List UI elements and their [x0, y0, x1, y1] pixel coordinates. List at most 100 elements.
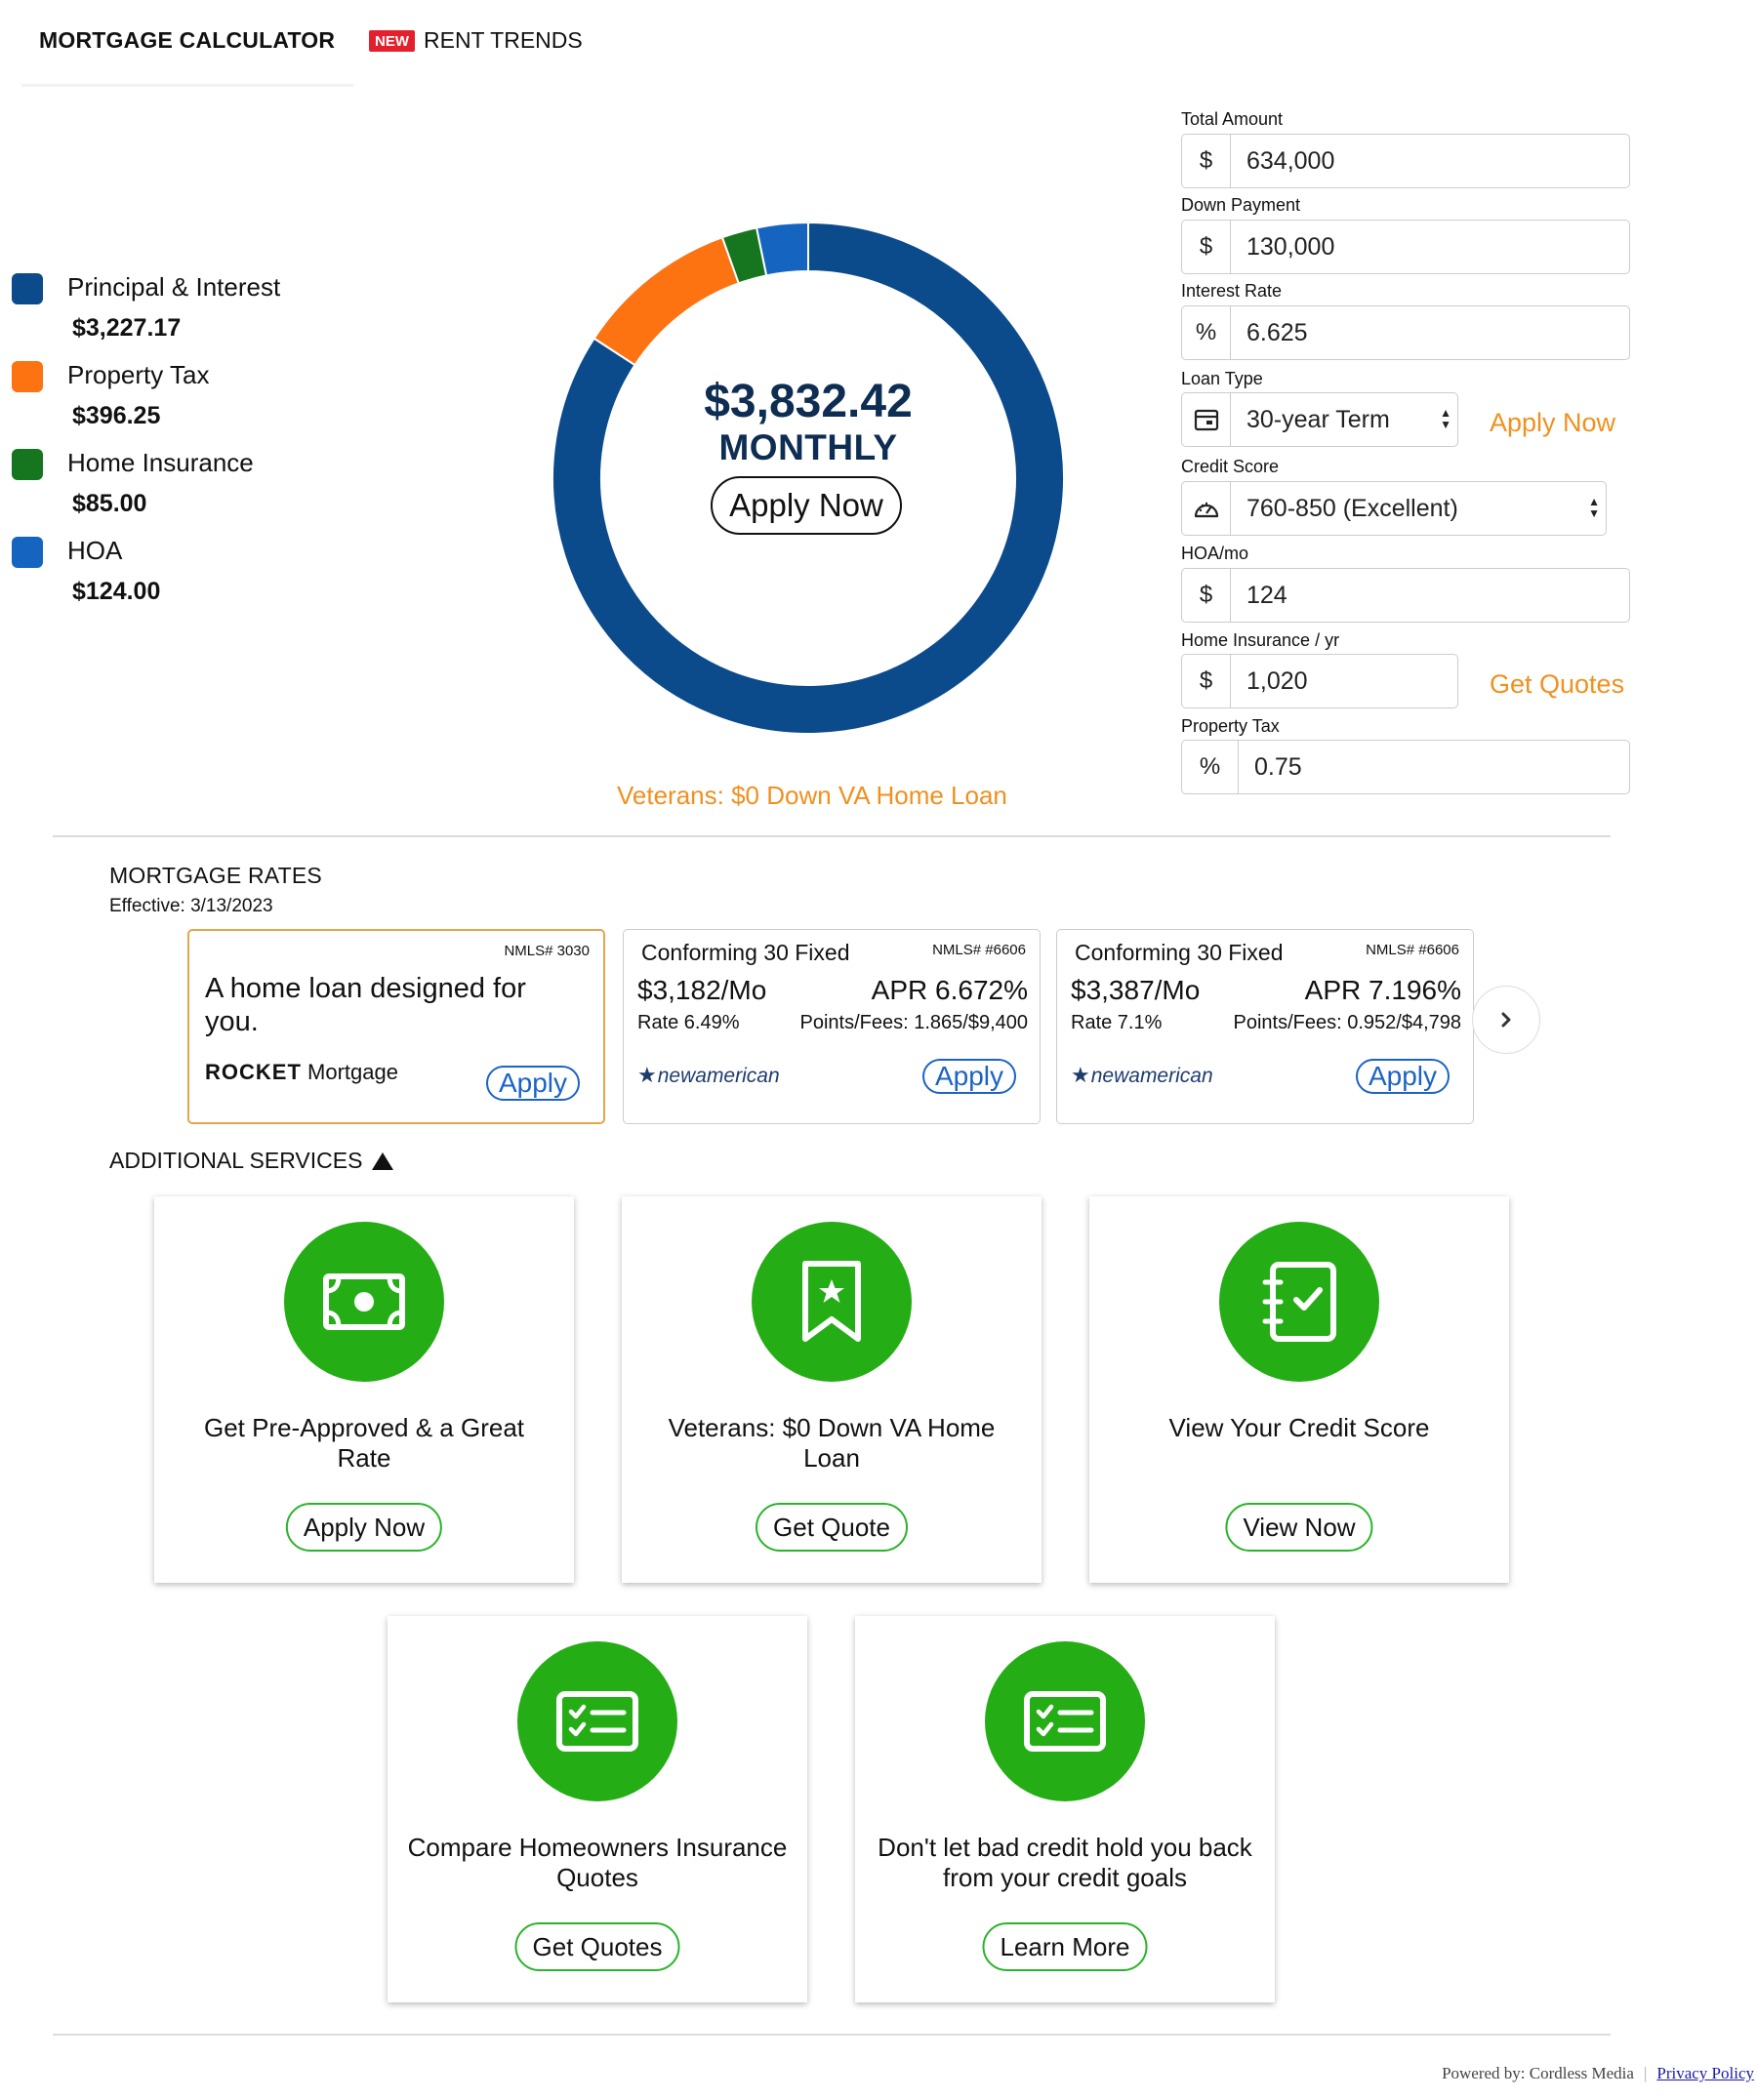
total-amount-label: Total Amount — [1181, 109, 1284, 129]
rate-apply-button[interactable]: Apply — [1356, 1059, 1450, 1094]
get-quote-button[interactable]: Get Quote — [756, 1503, 908, 1552]
section-divider — [53, 835, 1611, 837]
apr-value: APR 7.196% — [1304, 975, 1461, 1005]
money-icon — [284, 1222, 444, 1382]
home-insurance-field[interactable]: $ 1,020 — [1181, 654, 1458, 708]
powered-by-text: Powered by: Cordless Media — [1442, 2064, 1634, 2082]
rate-card-rocket[interactable]: NMLS# 3030 A home loan designed for you.… — [187, 929, 605, 1124]
rate-card-title: Conforming 30 Fixed — [1075, 940, 1284, 965]
loan-type-value: 30-year Term — [1246, 405, 1390, 433]
va-loan-link[interactable]: Veterans: $0 Down VA Home Loan — [617, 781, 1007, 811]
rates-next-button[interactable] — [1472, 986, 1540, 1054]
checklist-card-icon — [517, 1641, 677, 1801]
percent-prefix: % — [1182, 306, 1231, 359]
rate-card-newamerican-2[interactable]: Conforming 30 Fixed NMLS# #6606 $3,387/M… — [1056, 929, 1474, 1124]
service-card-text: Get Pre-Approved & a Great Rate — [203, 1413, 525, 1473]
service-card-text: Compare Homeowners Insurance Quotes — [407, 1833, 788, 1892]
donut-apply-now-button[interactable]: Apply Now — [711, 476, 902, 535]
loan-type-label: Loan Type — [1181, 369, 1263, 388]
bookmark-star-icon — [752, 1222, 912, 1382]
calculator-tabs: MORTGAGE CALCULATOR — [21, 18, 353, 88]
rate-apply-button[interactable]: Apply — [922, 1059, 1016, 1094]
monthly-payment-amount: $3,832.42 — [704, 376, 913, 427]
newamerican-logo: ★newamerican — [1071, 1063, 1213, 1087]
legend-swatch — [12, 537, 43, 568]
get-quotes-link[interactable]: Get Quotes — [1490, 669, 1624, 700]
down-payment-value: 130,000 — [1246, 232, 1335, 261]
rate-value: Rate 6.49% — [637, 1012, 740, 1033]
rate-value: Rate 7.1% — [1071, 1012, 1163, 1033]
rate-card-promo: A home loan designed for you. — [205, 973, 526, 1037]
nmls-number: NMLS# 3030 — [504, 943, 590, 959]
rocket-logo-rest: Mortgage — [307, 1060, 398, 1084]
property-tax-field[interactable]: % 0.75 — [1181, 740, 1630, 794]
checklist-card-icon — [985, 1641, 1145, 1801]
rate-apply-button[interactable]: Apply — [486, 1066, 580, 1101]
points-fees: Points/Fees: 0.952/$4,798 — [1233, 1012, 1462, 1033]
checklist-notebook-icon — [1219, 1222, 1379, 1382]
active-tab-underline — [21, 84, 353, 87]
monthly-price: $3,182/Mo — [637, 975, 767, 1005]
home-insurance-value: 1,020 — [1246, 666, 1308, 695]
mortgage-rates-title: MORTGAGE RATES — [109, 863, 322, 888]
legend-swatch — [12, 361, 43, 392]
credit-score-select[interactable]: 760-850 (Excellent) ▲ ▼ — [1181, 481, 1607, 536]
home-insurance-label: Home Insurance / yr — [1181, 630, 1340, 650]
percent-prefix: % — [1182, 741, 1239, 793]
interest-rate-field[interactable]: % 6.625 — [1181, 305, 1630, 360]
service-card-text: Don't let bad credit hold you back from … — [878, 1833, 1252, 1892]
hoa-field[interactable]: $ 124 — [1181, 568, 1630, 623]
total-amount-field[interactable]: $ 634,000 — [1181, 134, 1630, 188]
legend-label: HOA — [67, 536, 123, 565]
loan-type-select[interactable]: 30-year Term ▲ ▼ — [1181, 392, 1458, 447]
rate-card-title: Conforming 30 Fixed — [641, 940, 850, 965]
star-icon: ★ — [637, 1063, 657, 1087]
additional-services-toggle[interactable]: ADDITIONAL SERVICES — [109, 1148, 394, 1174]
hoa-label: HOA/mo — [1181, 544, 1249, 563]
legend-value: $85.00 — [72, 490, 147, 517]
tab-rent-trends-label: RENT TRENDS — [424, 27, 583, 53]
monthly-label: MONTHLY — [718, 427, 898, 467]
currency-prefix: $ — [1182, 135, 1231, 187]
donut-segment-hoa — [755, 221, 809, 277]
collapse-triangle-icon — [372, 1151, 394, 1170]
property-tax-value: 0.75 — [1254, 752, 1302, 781]
get-quotes-button[interactable]: Get Quotes — [514, 1922, 680, 1971]
payment-donut-chart: $3,832.42 MONTHLY Apply Now — [549, 219, 1068, 738]
legend-swatch — [12, 449, 43, 480]
loan-apply-now-link[interactable]: Apply Now — [1490, 408, 1615, 438]
currency-prefix: $ — [1182, 655, 1231, 707]
service-card-va-loan: Veterans: $0 Down VA Home Loan Get Quote — [622, 1196, 1042, 1583]
legend-label: Principal & Interest — [67, 272, 281, 302]
nmls-number: NMLS# #6606 — [1366, 942, 1459, 958]
service-card-text: View Your Credit Score — [1168, 1413, 1430, 1442]
currency-prefix: $ — [1182, 569, 1231, 622]
service-card-pre-approved: Get Pre-Approved & a Great Rate Apply No… — [154, 1196, 574, 1583]
additional-services-title: ADDITIONAL SERVICES — [109, 1148, 363, 1173]
service-card-text: Veterans: $0 Down VA Home Loan — [668, 1413, 996, 1473]
view-now-button[interactable]: View Now — [1225, 1503, 1373, 1552]
nmls-number: NMLS# #6606 — [932, 942, 1026, 958]
tab-mortgage-calculator[interactable]: MORTGAGE CALCULATOR — [39, 27, 335, 54]
credit-score-label: Credit Score — [1181, 457, 1280, 476]
apply-now-button[interactable]: Apply Now — [285, 1503, 443, 1552]
chevron-right-icon — [1501, 1012, 1511, 1028]
rocket-mortgage-logo: ROCKET Mortgage — [205, 1060, 398, 1085]
rate-card-newamerican-1[interactable]: Conforming 30 Fixed NMLS# #6606 $3,182/M… — [623, 929, 1041, 1124]
hoa-value: 124 — [1246, 581, 1287, 609]
interest-rate-label: Interest Rate — [1181, 281, 1283, 301]
privacy-policy-link[interactable]: Privacy Policy — [1656, 2064, 1754, 2082]
down-payment-field[interactable]: $ 130,000 — [1181, 220, 1630, 274]
footer-separator: | — [1643, 2064, 1648, 2082]
tab-rent-trends[interactable]: NEW RENT TRENDS — [369, 27, 583, 54]
interest-rate-value: 6.625 — [1246, 318, 1308, 346]
legend-swatch — [12, 273, 43, 304]
monthly-price: $3,387/Mo — [1071, 975, 1201, 1005]
points-fees: Points/Fees: 1.865/$9,400 — [799, 1012, 1029, 1033]
learn-more-button[interactable]: Learn More — [982, 1922, 1148, 1971]
select-arrows-icon: ▲ ▼ — [1588, 495, 1600, 520]
legend-value: $124.00 — [72, 578, 161, 605]
legend-value: $3,227.17 — [72, 314, 182, 342]
service-card-bad-credit: Don't let bad credit hold you back from … — [855, 1616, 1275, 2002]
footer-divider — [53, 2034, 1611, 2036]
